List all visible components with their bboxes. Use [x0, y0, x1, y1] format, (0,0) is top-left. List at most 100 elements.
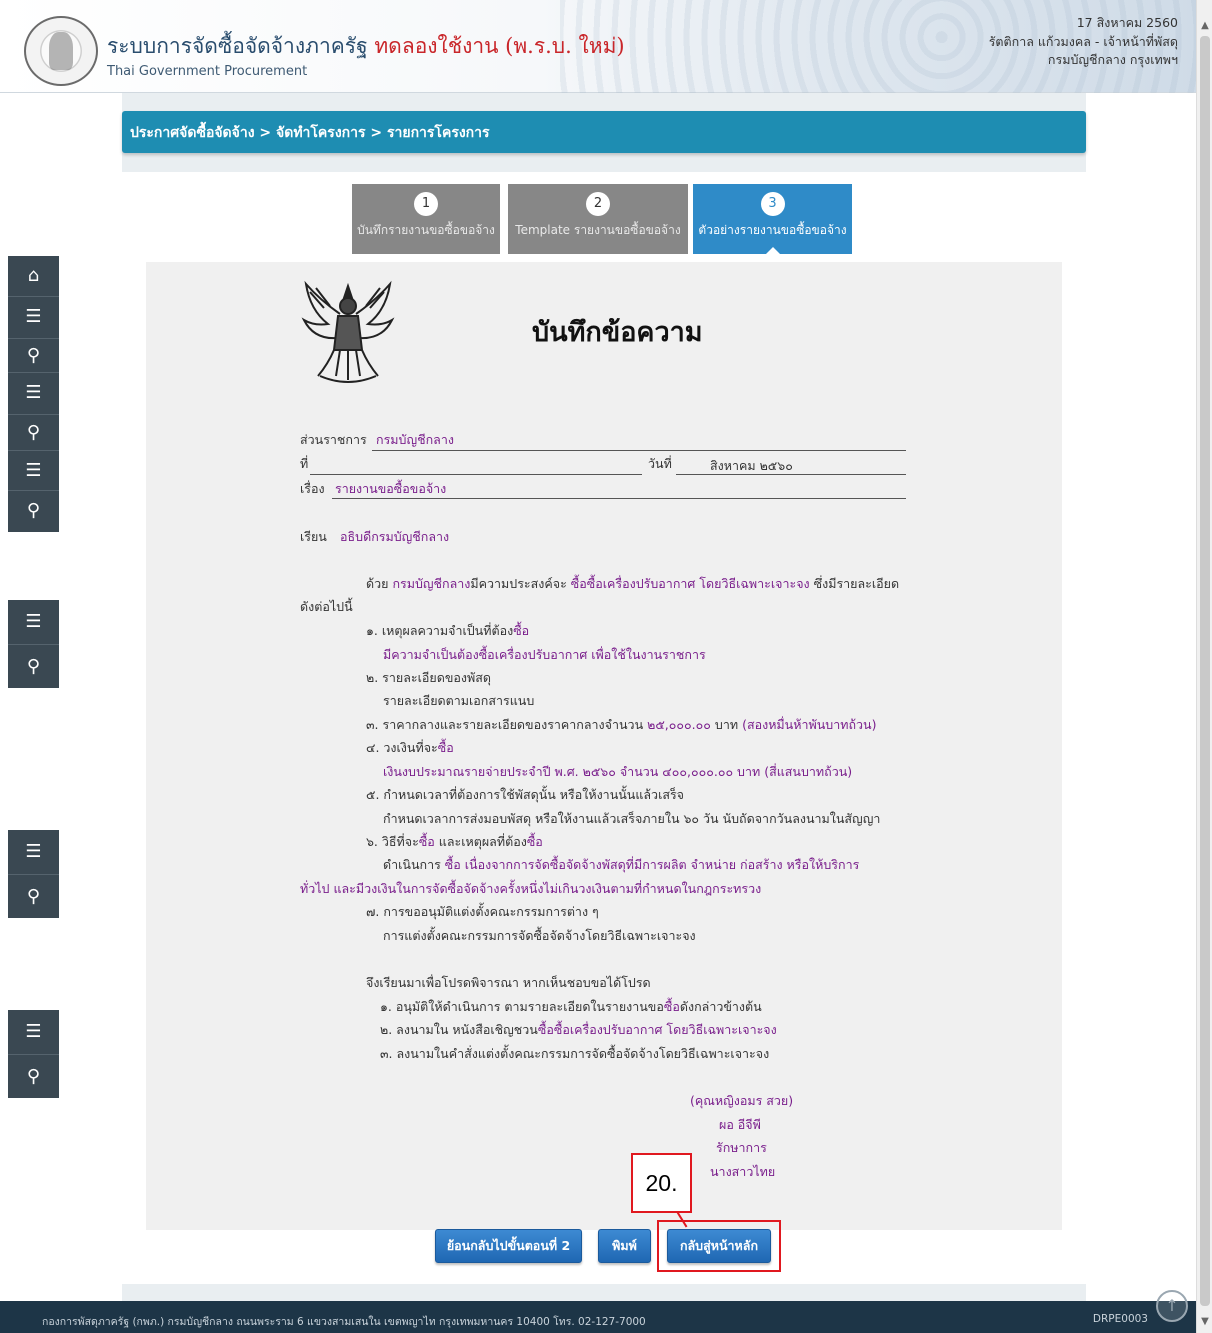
- menu-icon[interactable]: ☰: [8, 1010, 59, 1054]
- to-value: อธิบดีกรมบัญชีกลาง: [340, 529, 450, 544]
- item-text-purple: ซื้อ: [513, 623, 530, 638]
- side-nav-group-3: ☰ ⚲: [8, 830, 59, 918]
- menu-icon[interactable]: ☰: [8, 296, 59, 338]
- signature-position-3: นางสาวไทย: [710, 1164, 776, 1179]
- date-line: [676, 474, 906, 475]
- user-org: กรมบัญชีกลาง กรุงเทพฯ: [1047, 52, 1178, 67]
- search-icon[interactable]: ⚲: [8, 874, 59, 918]
- side-nav-group-2: ☰ ⚲: [8, 600, 59, 688]
- date-value: สิงหาคม ๒๕๖๐: [710, 458, 793, 473]
- intro-line: ด้วย กรมบัญชีกลางมีความประสงค์จะ ซื้อซื้…: [366, 574, 899, 594]
- scroll-to-top-icon[interactable]: ↑: [1156, 1290, 1188, 1322]
- step-label: Template รายงานขอซื้อขอจ้าง: [515, 223, 681, 237]
- item-text: ๖. วิธีที่จะ: [366, 834, 419, 849]
- scroll-down-icon[interactable]: ▼: [1197, 1314, 1212, 1330]
- item-7-detail: การแต่งตั้งคณะกรรมการจัดซื้อจัดจ้างโดยวิ…: [383, 928, 696, 943]
- garuda-emblem-icon: [301, 280, 395, 383]
- step-number: 2: [586, 192, 610, 216]
- search-icon[interactable]: ⚲: [8, 490, 59, 532]
- item-text: ๓. ราคากลางและรายละเอียดของราคากลางจำนวน: [366, 717, 644, 732]
- dept-label: ส่วนราชการ: [300, 432, 367, 447]
- step-number: 3: [760, 192, 785, 216]
- item-text-purple: ซื้อ: [437, 740, 454, 755]
- item-2: ๒. รายละเอียดของพัสดุ: [366, 670, 491, 685]
- search-icon[interactable]: ⚲: [8, 644, 59, 688]
- search-icon[interactable]: ⚲: [8, 414, 59, 450]
- item-4-detail: เงินงบประมาณรายจ่ายประจำปี พ.ศ. ๒๕๖๐ จำน…: [383, 764, 853, 779]
- item-text-purple: (สองหมื่นห้าพันบาทถ้วน): [742, 717, 877, 732]
- menu-icon[interactable]: ☰: [8, 600, 59, 644]
- subject-value: รายงานขอซื้อขอจ้าง: [335, 481, 447, 496]
- page-code: DRPE0003: [1092, 1313, 1148, 1325]
- item-7: ๗. การขออนุมัติแต่งตั้งคณะกรรมการต่าง ๆ: [366, 904, 599, 919]
- intro-text: ด้วย: [366, 576, 389, 591]
- item-text-purple: ซื้อ: [663, 999, 680, 1014]
- item-text-purple: ซื้อ: [444, 857, 461, 872]
- scrollbar-thumb[interactable]: [1200, 36, 1210, 1306]
- signature-position-2: รักษาการ: [716, 1140, 767, 1155]
- user-info: 17 สิงหาคม 2560 รัตติกาล แก้วมงคล - เจ้า…: [989, 14, 1178, 70]
- dept-line: [372, 450, 906, 451]
- item-1-detail: มีความจำเป็นต้องซื้อเครื่องปรับอากาศ เพื…: [383, 647, 706, 662]
- closing-1: ๑. อนุมัติให้ดำเนินการ ตามรายละเอียดในรา…: [380, 997, 762, 1017]
- highlight-box: [657, 1220, 781, 1272]
- item-1: ๑. เหตุผลความจำเป็นที่ต้องซื้อ: [366, 621, 529, 641]
- item-text: บาท: [714, 717, 739, 732]
- item-6: ๖. วิธีที่จะซื้อ และเหตุผลที่ต้องซื้อ: [366, 832, 543, 852]
- item-5: ๕. กำหนดเวลาที่ต้องการใช้พัสดุนั้น หรือใ…: [366, 787, 685, 802]
- step-label: บันทึกรายงานขอซื้อขอจ้าง: [357, 223, 495, 237]
- signature-name: (คุณหญิงอมร สวย): [690, 1093, 794, 1108]
- dept-value: กรมบัญชีกลาง: [376, 432, 454, 447]
- item-3: ๓. ราคากลางและรายละเอียดของราคากลางจำนวน…: [366, 715, 876, 735]
- search-icon[interactable]: ⚲: [8, 338, 59, 372]
- menu-icon[interactable]: ☰: [8, 830, 59, 874]
- item-text-purple: เนื่องจากการจัดซื้อจัดจ้างพัสดุที่มีการผ…: [464, 857, 860, 872]
- item-text-purple: ซื้อซื้อเครื่องปรับอากาศ โดยวิธีเฉพาะเจา…: [537, 1022, 777, 1037]
- signature-position-1: ผอ อีจีพี: [719, 1117, 761, 1132]
- menu-icon[interactable]: ☰: [8, 450, 59, 490]
- menu-icon[interactable]: ☰: [8, 372, 59, 414]
- intro-action: ซื้อซื้อเครื่องปรับอากาศ โดยวิธีเฉพาะเจา…: [570, 576, 810, 591]
- back-step-2-button[interactable]: ย้อนกลับไปขั้นตอนที่ 2: [435, 1229, 582, 1263]
- right-background: [1086, 93, 1196, 1301]
- no-line: [310, 474, 642, 475]
- step-2-tab[interactable]: 2 Template รายงานขอซื้อขอจ้าง: [508, 184, 688, 254]
- item-text: ๑. อนุมัติให้ดำเนินการ ตามรายละเอียดในรา…: [380, 999, 664, 1014]
- intro-line-2: ดังต่อไปนี้: [300, 599, 353, 614]
- side-nav-group-1: ⌂ ☰ ⚲ ☰ ⚲ ☰ ⚲: [8, 256, 59, 532]
- step-callout: 20.: [631, 1153, 692, 1213]
- item-text-purple: ซื้อ: [418, 834, 435, 849]
- trial-label: ทดลองใช้งาน (พ.ร.บ. ใหม่): [374, 34, 625, 58]
- step-3-tab[interactable]: 3 ตัวอย่างรายงานขอซื้อขอจ้าง: [693, 184, 852, 255]
- intro-text: มีความประสงค์จะ: [470, 576, 567, 591]
- intro-text: ซึ่งมีรายละเอียด: [813, 576, 900, 591]
- item-text: ๑. เหตุผลความจำเป็นที่ต้อง: [366, 623, 514, 638]
- print-button[interactable]: พิมพ์: [598, 1229, 651, 1263]
- item-text-purple: ซื้อ: [526, 834, 543, 849]
- step-1-tab[interactable]: 1 บันทึกรายงานขอซื้อขอจ้าง: [352, 184, 500, 254]
- search-icon[interactable]: ⚲: [8, 1054, 59, 1098]
- item-text-purple: ๒๕,๐๐๐.๐๐: [647, 717, 711, 732]
- subject-line: [332, 498, 906, 499]
- no-label: ที่: [300, 456, 309, 471]
- system-subtitle: Thai Government Procurement: [107, 64, 308, 79]
- to-label: เรียน: [300, 529, 327, 544]
- item-2-detail: รายละเอียดตามเอกสารแนบ: [383, 693, 535, 708]
- item-text: ดังกล่าวข้างต้น: [679, 999, 762, 1014]
- breadcrumb: ประกาศจัดซื้อจัดจ้าง > จัดทำโครงการ > รา…: [122, 111, 1086, 153]
- vertical-scrollbar[interactable]: ▲ ▼: [1196, 0, 1212, 1333]
- current-date: 17 สิงหาคม 2560: [1076, 15, 1178, 30]
- home-icon[interactable]: ⌂: [8, 256, 59, 296]
- closing: จึงเรียนมาเพื่อโปรดพิจารณา หากเห็นชอบขอไ…: [366, 975, 651, 990]
- item-4: ๔. วงเงินที่จะซื้อ: [366, 738, 454, 758]
- user-name: รัตติกาล แก้วมงคล - เจ้าหน้าที่พัสดุ: [988, 33, 1178, 49]
- item-text: ดำเนินการ: [383, 857, 441, 872]
- item-6-detail: ดำเนินการ ซื้อ เนื่องจากการจัดซื้อจัดจ้า…: [383, 855, 859, 875]
- app-header: ระบบการจัดซื้อจัดจ้างภาครัฐ ทดลองใช้งาน …: [0, 0, 1196, 93]
- system-title-text: ระบบการจัดซื้อจัดจ้างภาครัฐ: [107, 34, 368, 58]
- cgd-logo: [24, 16, 98, 86]
- scroll-up-icon[interactable]: ▲: [1197, 18, 1212, 34]
- step-label: ตัวอย่างรายงานขอซื้อขอจ้าง: [698, 223, 847, 237]
- footer: กองการพัสดุภาครัฐ (กพภ.) กรมบัญชีกลาง ถน…: [0, 1301, 1196, 1333]
- item-5-detail: กำหนดเวลาการส่งมอบพัสดุ หรือให้งานแล้วเส…: [383, 811, 881, 826]
